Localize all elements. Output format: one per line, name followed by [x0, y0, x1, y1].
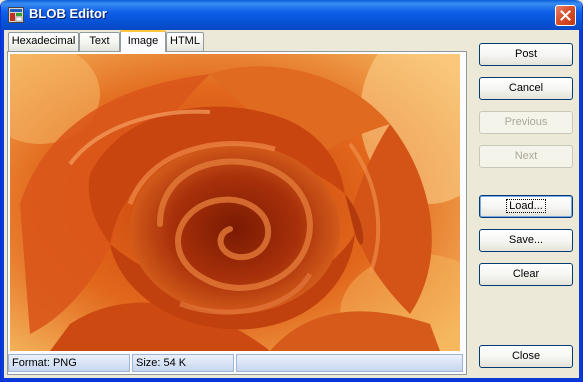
clear-button[interactable]: Clear: [479, 263, 573, 286]
tab-hexadecimal[interactable]: Hexadecimal: [8, 32, 79, 51]
cancel-label: Cancel: [508, 82, 544, 94]
previous-button[interactable]: Previous: [479, 111, 573, 134]
post-label: Post: [514, 48, 537, 60]
blob-editor-window: BLOB Editor Hexadecimal Text Image HTML: [0, 0, 583, 382]
load-label: Load...: [506, 199, 546, 213]
close-label: Close: [511, 350, 541, 362]
window-close-button[interactable]: [555, 5, 576, 26]
next-label: Next: [514, 150, 538, 162]
status-bar: Format: PNG Size: 54 K: [8, 354, 464, 373]
tab-image[interactable]: Image: [120, 30, 166, 52]
title-bar[interactable]: BLOB Editor: [1, 0, 582, 30]
app-icon: [8, 7, 24, 23]
clear-label: Clear: [512, 268, 540, 280]
window-frame-bottom: [1, 378, 582, 381]
rose-image: [10, 54, 460, 351]
save-button[interactable]: Save...: [479, 229, 573, 252]
status-format: Format: PNG: [8, 354, 130, 372]
image-preview: [10, 54, 460, 351]
cancel-button[interactable]: Cancel: [479, 77, 573, 100]
status-size: Size: 54 K: [132, 354, 234, 372]
tab-text[interactable]: Text: [79, 32, 120, 51]
post-button[interactable]: Post: [479, 43, 573, 66]
window-title: BLOB Editor: [29, 6, 107, 21]
previous-label: Previous: [504, 116, 548, 128]
status-extra: [236, 354, 463, 372]
next-button[interactable]: Next: [479, 145, 573, 168]
close-button[interactable]: Close: [479, 345, 573, 368]
load-button[interactable]: Load...: [479, 195, 573, 218]
save-label: Save...: [508, 234, 544, 246]
close-icon: [560, 10, 571, 21]
tab-html[interactable]: HTML: [166, 32, 204, 51]
